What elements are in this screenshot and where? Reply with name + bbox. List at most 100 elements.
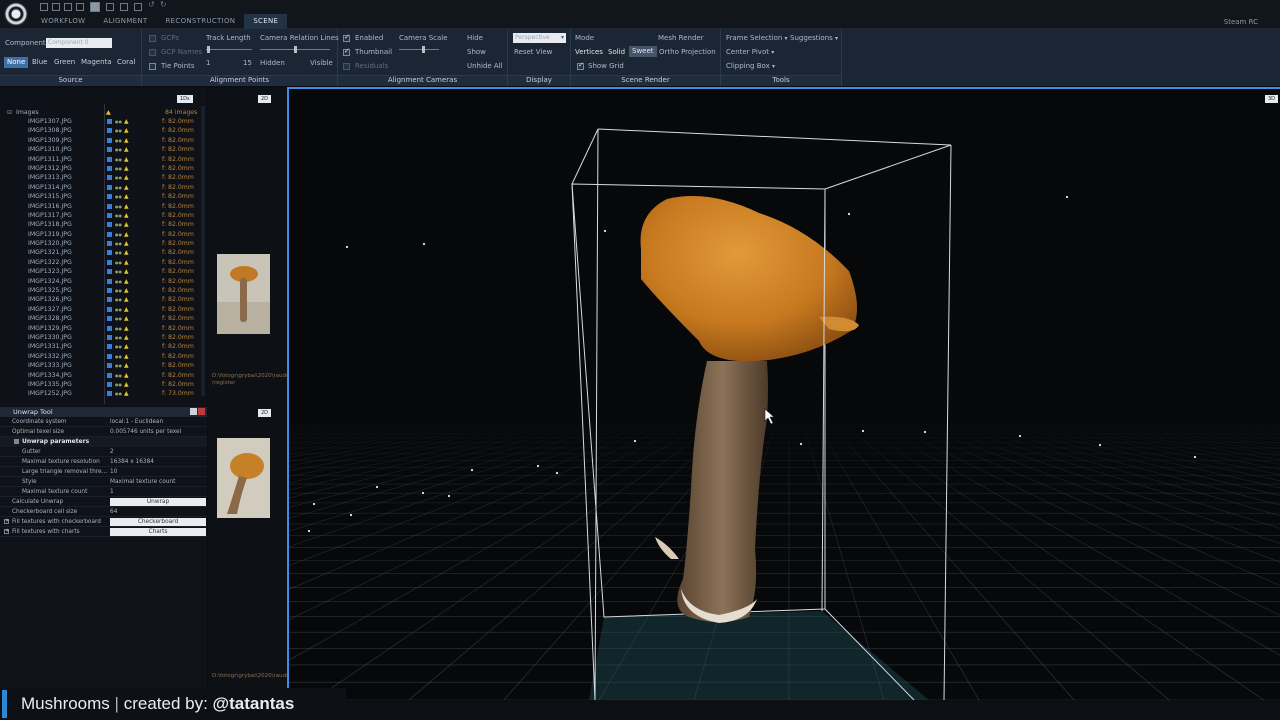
- thumbnail-image-mushroom-1[interactable]: [217, 254, 270, 334]
- color-magenta-button[interactable]: Magenta: [78, 57, 115, 68]
- tie-points-checkbox[interactable]: [149, 63, 156, 70]
- image-row[interactable]: IMGP1318.JPG ●● ▲ f: 82.0mm: [0, 220, 205, 229]
- color-none-button[interactable]: None: [4, 57, 29, 68]
- image-row[interactable]: IMGP1322.JPG ●● ▲ f: 82.0mm: [0, 258, 205, 267]
- optimal-texel-size-row[interactable]: Optimal texel size 0.005746 units per te…: [0, 427, 207, 437]
- tab-alignment[interactable]: ALIGNMENT: [94, 14, 156, 29]
- thumbnail-checkbox[interactable]: [343, 47, 350, 56]
- image-row[interactable]: IMGP1307.JPG ●● ▲ f: 82.0mm: [0, 117, 205, 126]
- tab-workflow[interactable]: WORKFLOW: [32, 14, 94, 29]
- enabled-checkbox[interactable]: [343, 33, 350, 42]
- image-row[interactable]: IMGP1312.JPG ●● ▲ f: 82.0mm: [0, 164, 205, 173]
- thumbnail-image-mushroom-2[interactable]: [217, 438, 270, 518]
- image-row[interactable]: IMGP1252.JPG ●● ▲ f: 73.0mm: [0, 389, 205, 398]
- clipping-box-button[interactable]: Clipping Box ▾: [726, 62, 775, 70]
- solid-button[interactable]: Solid: [608, 48, 625, 56]
- large-triangle-removal-row[interactable]: Large triangle removal thre... 10: [0, 467, 207, 477]
- image-row[interactable]: IMGP1325.JPG ●● ▲ f: 82.0mm: [0, 286, 205, 295]
- image-row[interactable]: IMGP1331.JPG ●● ▲ f: 82.0mm: [0, 342, 205, 351]
- ortho-projection-button[interactable]: Ortho Projection: [659, 48, 716, 56]
- center-pivot-button[interactable]: Center Pivot ▾: [726, 48, 774, 56]
- image-row[interactable]: IMGP1313.JPG ●● ▲ f: 82.0mm: [0, 173, 205, 182]
- show-button[interactable]: Show: [467, 48, 486, 56]
- expand-icon[interactable]: +: [4, 529, 9, 534]
- image-row[interactable]: IMGP1321.JPG ●● ▲ f: 82.0mm: [0, 248, 205, 257]
- track-length-slider[interactable]: [207, 46, 210, 53]
- color-coral-button[interactable]: Coral: [114, 57, 138, 68]
- image-row[interactable]: IMGP1311.JPG ●● ▲ f: 82.0mm: [0, 155, 205, 164]
- image-row[interactable]: IMGP1319.JPG ●● ▲ f: 82.0mm: [0, 230, 205, 239]
- quick-access-new-icon[interactable]: [40, 3, 48, 11]
- show-grid-checkbox[interactable]: [577, 61, 584, 70]
- gcps-checkbox[interactable]: [149, 35, 156, 42]
- thumbnail-2d-chip-top[interactable]: 2D: [258, 95, 272, 103]
- image-row[interactable]: IMGP1323.JPG ●● ▲ f: 82.0mm: [0, 267, 205, 276]
- component-select[interactable]: Component 0: [46, 38, 112, 48]
- max-texture-count-row[interactable]: Maximal texture count 1: [0, 487, 207, 497]
- thumbnail-2d-chip-mid[interactable]: 2D: [258, 409, 272, 417]
- image-row[interactable]: IMGP1328.JPG ●● ▲ f: 82.0mm: [0, 314, 205, 323]
- image-row[interactable]: IMGP1334.JPG ●● ▲ f: 82.0mm: [0, 371, 205, 380]
- color-blue-button[interactable]: Blue: [29, 57, 51, 68]
- unwrap-parameters-section[interactable]: Unwrap parameters: [0, 437, 207, 447]
- image-row[interactable]: IMGP1316.JPG ●● ▲ f: 82.0mm: [0, 202, 205, 211]
- color-green-button[interactable]: Green: [51, 57, 78, 68]
- image-row[interactable]: IMGP1308.JPG ●● ▲ f: 82.0mm: [0, 126, 205, 135]
- app-logo-icon[interactable]: [4, 2, 28, 26]
- vertices-button[interactable]: Vertices: [575, 48, 603, 56]
- image-row[interactable]: IMGP1315.JPG ●● ▲ f: 82.0mm: [0, 192, 205, 201]
- reset-view-button[interactable]: Reset View: [514, 48, 552, 56]
- checkerboard-cell-size-row[interactable]: Checkerboard cell size 64: [0, 507, 207, 517]
- tab-scene[interactable]: SCENE: [244, 14, 288, 29]
- camera-relation-lines-slider[interactable]: [294, 46, 297, 53]
- residuals-checkbox[interactable]: [343, 63, 350, 70]
- redo-icon[interactable]: ↻: [160, 0, 168, 9]
- image-row[interactable]: IMGP1327.JPG ●● ▲ f: 82.0mm: [0, 305, 205, 314]
- unwrap-button[interactable]: Unwrap: [110, 498, 206, 506]
- quick-access-layout-2-icon[interactable]: [90, 2, 100, 12]
- max-texture-resolution-row[interactable]: Maximal texture resolution 16384 x 16384: [0, 457, 207, 467]
- panel-mode-chip[interactable]: 1Ds: [177, 95, 193, 103]
- expand-icon[interactable]: +: [4, 519, 9, 524]
- camera-scale-slider[interactable]: [422, 46, 425, 53]
- gutter-row[interactable]: Gutter 2: [0, 447, 207, 457]
- checkerboard-button[interactable]: Checkerboard: [110, 518, 206, 526]
- quick-access-layout-1-icon[interactable]: [76, 3, 84, 11]
- viewport-3d-chip[interactable]: 3D: [1264, 95, 1278, 103]
- image-row[interactable]: IMGP1335.JPG ●● ▲ f: 82.0mm: [0, 380, 205, 389]
- quick-access-layout-4-icon[interactable]: [120, 3, 128, 11]
- collapse-icon[interactable]: [14, 439, 19, 444]
- image-row[interactable]: IMGP1309.JPG ●● ▲ f: 82.0mm: [0, 136, 205, 145]
- image-row[interactable]: IMGP1310.JPG ●● ▲ f: 82.0mm: [0, 145, 205, 154]
- tree-collapse-icon[interactable]: ⊟: [7, 108, 12, 117]
- projection-dropdown[interactable]: Perspective: [513, 33, 566, 43]
- image-row[interactable]: IMGP1330.JPG ●● ▲ f: 82.0mm: [0, 333, 205, 342]
- image-row[interactable]: IMGP1329.JPG ●● ▲ f: 82.0mm: [0, 324, 205, 333]
- undo-icon[interactable]: ↺: [148, 0, 156, 9]
- sweet-button[interactable]: Sweet: [629, 46, 657, 57]
- pin-icon[interactable]: [190, 408, 197, 415]
- scene-render[interactable]: [289, 89, 1280, 700]
- images-root-row[interactable]: ⊟ Images ▲ 84 images: [0, 108, 205, 117]
- image-row[interactable]: IMGP1326.JPG ●● ▲ f: 82.0mm: [0, 295, 205, 304]
- image-row[interactable]: IMGP1314.JPG ●● ▲ f: 82.0mm: [0, 183, 205, 192]
- unhide-all-button[interactable]: Unhide All: [467, 62, 503, 70]
- charts-button[interactable]: Charts: [110, 528, 206, 536]
- tab-reconstruction[interactable]: RECONSTRUCTION: [157, 14, 245, 29]
- gcp-names-checkbox[interactable]: [149, 49, 156, 56]
- hide-button[interactable]: Hide: [467, 34, 483, 42]
- image-row[interactable]: IMGP1332.JPG ●● ▲ f: 82.0mm: [0, 352, 205, 361]
- 3d-viewport[interactable]: 3D: [289, 89, 1280, 700]
- image-row[interactable]: IMGP1333.JPG ●● ▲ f: 82.0mm: [0, 361, 205, 370]
- quick-access-layout-3-icon[interactable]: [106, 3, 114, 11]
- image-row[interactable]: IMGP1324.JPG ●● ▲ f: 82.0mm: [0, 277, 205, 286]
- suggestions-button[interactable]: Suggestions ▾: [790, 34, 838, 42]
- image-row[interactable]: IMGP1317.JPG ●● ▲ f: 82.0mm: [0, 211, 205, 220]
- quick-access-open-icon[interactable]: [52, 3, 60, 11]
- frame-selection-button[interactable]: Frame Selection ▾: [726, 34, 788, 42]
- quick-access-layout-5-icon[interactable]: [134, 3, 142, 11]
- quick-access-save-icon[interactable]: [64, 3, 72, 11]
- style-row[interactable]: Style Maximal texture count: [0, 477, 207, 487]
- close-icon[interactable]: [198, 408, 205, 415]
- image-row[interactable]: IMGP1320.JPG ●● ▲ f: 82.0mm: [0, 239, 205, 248]
